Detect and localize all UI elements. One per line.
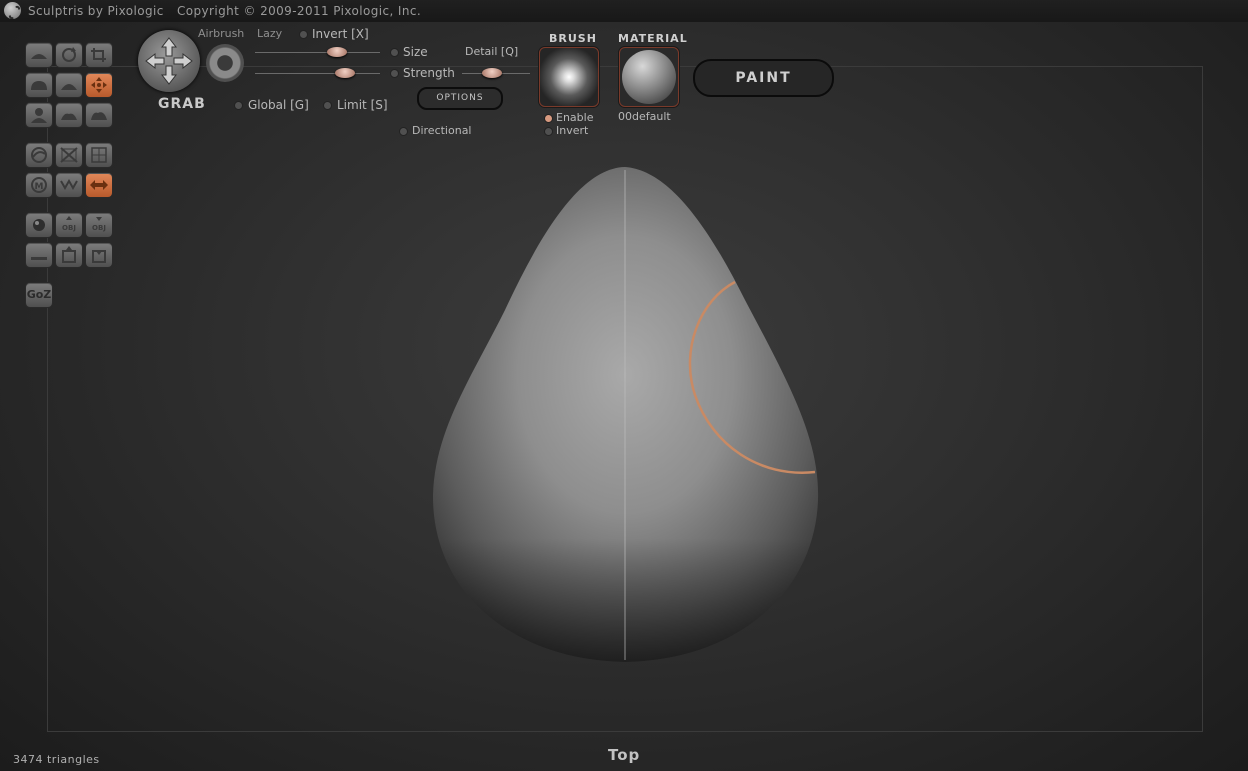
strength-slider-track[interactable] [255, 73, 380, 74]
brush-enable-radio[interactable] [544, 114, 553, 123]
open-file-button[interactable] [55, 242, 83, 268]
brush-invert-label[interactable]: Invert [556, 124, 588, 137]
obj-label: OBJ [62, 224, 76, 232]
flatten-tool-button[interactable] [55, 102, 83, 128]
material-name: 00default [618, 110, 671, 123]
lazy-toggle[interactable]: Lazy [257, 27, 282, 40]
global-radio[interactable] [234, 101, 243, 110]
material-swatch[interactable] [619, 47, 679, 107]
size-label: Size [403, 45, 428, 59]
save-file-button[interactable] [85, 242, 113, 268]
reduce-tool-button[interactable] [25, 142, 53, 168]
material-header: MATERIAL [618, 32, 688, 45]
size-slider-knob[interactable] [327, 47, 347, 57]
inflate-tool-button[interactable] [25, 72, 53, 98]
symmetry-toggle-button[interactable] [85, 172, 113, 198]
goz-button[interactable]: GoZ [25, 282, 53, 308]
invert-label[interactable]: Invert [X] [312, 27, 369, 41]
options-button[interactable]: OPTIONS [417, 87, 503, 110]
limit-label[interactable]: Limit [S] [337, 98, 388, 112]
brush-ring-icon [206, 44, 244, 82]
brush-header: BRUSH [549, 32, 597, 45]
brush-enable-label[interactable]: Enable [556, 111, 593, 124]
paint-button[interactable]: PAINT [693, 59, 834, 97]
grab-tool-icon [138, 30, 200, 92]
tool-name: GRAB [158, 96, 206, 112]
directional-radio[interactable] [399, 127, 408, 136]
mask-off-button[interactable] [55, 142, 83, 168]
export-obj-button[interactable]: OBJ [85, 212, 113, 238]
rotate-tool-button[interactable] [55, 42, 83, 68]
strength-radio[interactable] [390, 69, 399, 78]
grab-tool-button[interactable] [85, 72, 113, 98]
size-radio[interactable] [390, 48, 399, 57]
pinch-tool-button[interactable] [55, 72, 83, 98]
limit-radio[interactable] [323, 101, 332, 110]
obj-label: OBJ [92, 224, 106, 232]
wireframe-button[interactable] [85, 142, 113, 168]
brush-alpha-swatch[interactable] [539, 47, 599, 107]
crease-tool-button[interactable] [85, 102, 113, 128]
triangle-count: 3474 triangles [13, 753, 100, 766]
view-name: Top [608, 746, 641, 764]
material-ball-icon [622, 50, 676, 104]
brush-invert-radio[interactable] [544, 127, 553, 136]
directional-label[interactable]: Directional [412, 124, 472, 137]
svg-text:M: M [35, 182, 44, 192]
detail-slider-knob[interactable] [482, 68, 502, 78]
airbrush-toggle[interactable]: Airbrush [198, 27, 244, 40]
smooth-tool-button[interactable] [25, 102, 53, 128]
new-sphere-button[interactable] [25, 212, 53, 238]
invert-radio[interactable] [299, 30, 308, 39]
detail-label: Detail [Q] [465, 45, 519, 58]
global-label[interactable]: Global [G] [248, 98, 309, 112]
crop-tool-button[interactable] [85, 42, 113, 68]
new-plane-button[interactable] [25, 242, 53, 268]
symmetry-pattern-button[interactable] [55, 172, 83, 198]
size-slider-track[interactable] [255, 52, 380, 53]
import-obj-button[interactable]: OBJ [55, 212, 83, 238]
strength-slider-knob[interactable] [335, 68, 355, 78]
mask-button[interactable]: M [25, 172, 53, 198]
draw-tool-button[interactable] [25, 42, 53, 68]
strength-label: Strength [403, 66, 455, 80]
